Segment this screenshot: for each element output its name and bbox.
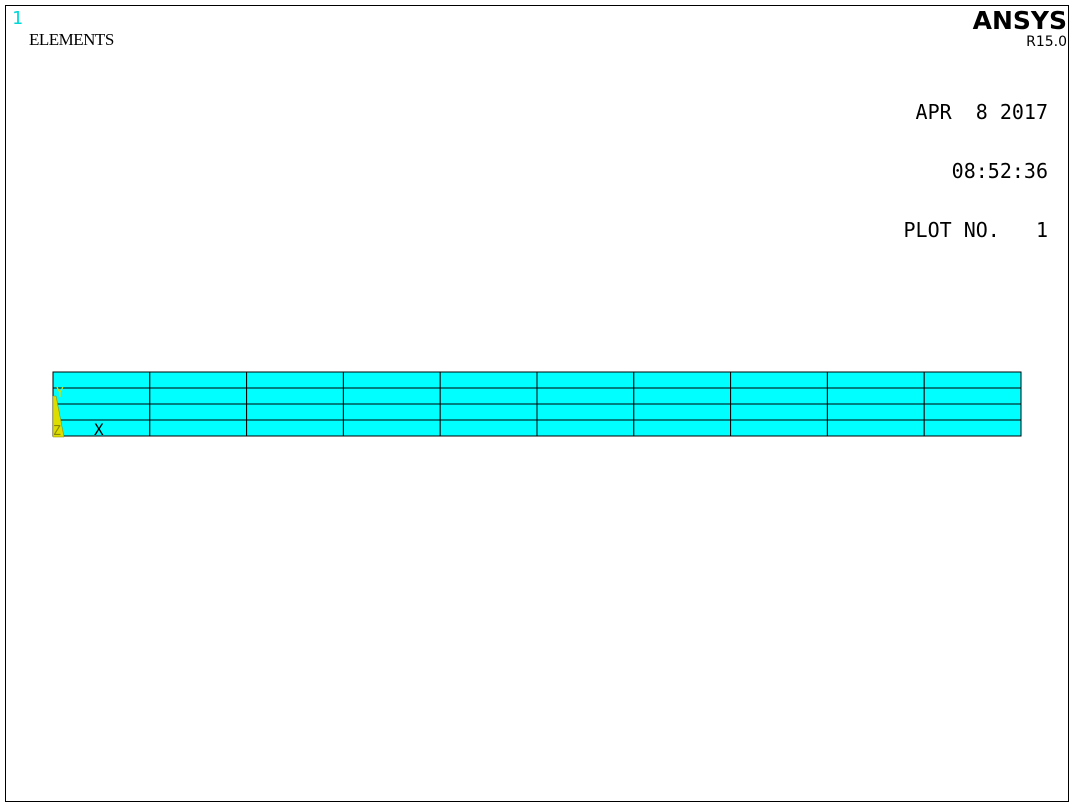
element-mesh [52, 371, 1022, 437]
triad-z-label: Z [53, 424, 61, 439]
mesh-element [826, 419, 925, 437]
mesh-element [52, 387, 151, 405]
mesh-element [633, 387, 732, 405]
mesh-element [826, 403, 925, 421]
mesh-element [246, 371, 344, 389]
mesh-element [633, 371, 732, 389]
mesh-element [536, 371, 635, 389]
mesh-element [149, 387, 248, 405]
mesh-element [52, 371, 151, 389]
mesh-element [246, 403, 344, 421]
mesh-element [439, 419, 538, 437]
mesh-element [342, 403, 441, 421]
mesh-element [923, 387, 1022, 405]
mesh-element [536, 403, 635, 421]
mesh-element [342, 371, 441, 389]
mesh-element [633, 419, 732, 437]
mesh-element [730, 419, 828, 437]
mesh-element [730, 387, 828, 405]
mesh-element [923, 371, 1022, 389]
mesh-element [633, 403, 732, 421]
mesh-element [730, 371, 828, 389]
mesh-element [246, 419, 344, 437]
mesh-element [342, 419, 441, 437]
mesh-element [923, 403, 1022, 421]
mesh-element [826, 371, 925, 389]
element-mesh-plot: Y Z X [52, 371, 1022, 439]
mesh-element [149, 403, 248, 421]
triad-y-label: Y [56, 386, 64, 401]
mesh-element [439, 371, 538, 389]
mesh-element [149, 371, 248, 389]
mesh-element [52, 403, 151, 421]
mesh-element [246, 387, 344, 405]
mesh-element [826, 387, 925, 405]
mesh-element [149, 419, 248, 437]
mesh-element [439, 387, 538, 405]
mesh-element [342, 387, 441, 405]
mesh-element [439, 403, 538, 421]
mesh-element [730, 403, 828, 421]
mesh-element [536, 419, 635, 437]
mesh-element [536, 387, 635, 405]
triad-x-label: X [94, 420, 104, 439]
mesh-element [923, 419, 1022, 437]
